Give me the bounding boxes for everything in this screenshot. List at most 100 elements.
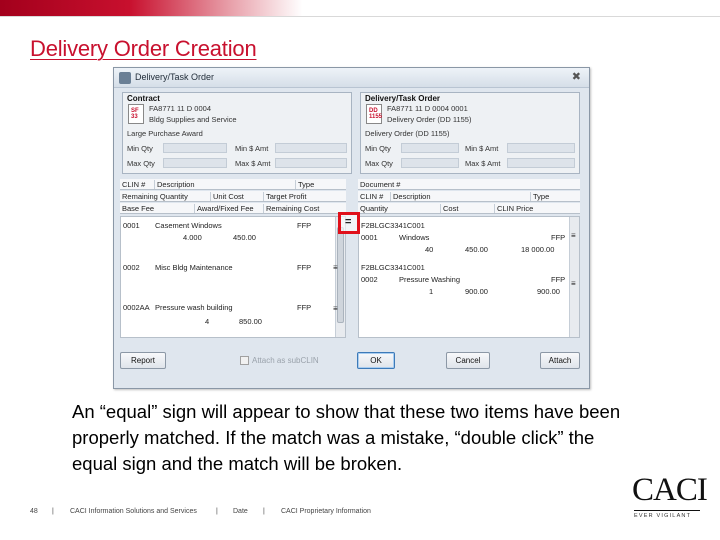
- table-row[interactable]: 0002AA Pressure wash building FFP 4 850.…: [121, 301, 335, 327]
- footer-separator: |: [52, 508, 54, 515]
- equal-sign-icon[interactable]: =: [345, 216, 351, 228]
- left-header-row-3: Base Fee Award/Fixed Fee Remaining Cost: [120, 203, 346, 214]
- item-type: FFP: [551, 233, 566, 242]
- item-cost: 450.00: [233, 233, 256, 242]
- header-remaining-cost[interactable]: Remaining Cost: [263, 204, 319, 213]
- header-unit-cost[interactable]: Unit Cost: [210, 192, 244, 201]
- delivery-max-amt-field: [507, 158, 575, 168]
- contract-panel: Contract SF 33 FA8771 11 D 0004 Bldg Sup…: [122, 92, 352, 174]
- delivery-order-panel: Delivery/Task Order DD 1155 FA8771 11 D …: [360, 92, 580, 174]
- header-description[interactable]: Description: [154, 180, 195, 189]
- top-brand-bar: [0, 0, 720, 16]
- ok-button[interactable]: OK: [357, 352, 395, 369]
- item-description: Pressure Washing: [399, 275, 460, 284]
- contract-min-qty-field: [163, 143, 227, 153]
- item-type: FFP: [297, 263, 312, 272]
- delivery-clin-list: F2BLGC3341C001 0001 Windows FFP 40 450.0…: [358, 216, 580, 338]
- item-clin: 0002: [123, 263, 140, 272]
- dialog-title: Delivery/Task Order: [135, 72, 215, 82]
- item-clin: 0001: [123, 221, 140, 230]
- attach-button[interactable]: Attach: [540, 352, 580, 369]
- right-header-row-3: Quantity Cost CLIN Price: [358, 203, 580, 214]
- right-list-scrollbar[interactable]: ≡ ≡: [569, 217, 579, 337]
- contract-min-amt-field: [275, 143, 347, 153]
- row-marker-icon: ≡: [333, 304, 338, 313]
- contract-description: Bldg Supplies and Service: [149, 115, 237, 124]
- table-row[interactable]: 0002 Misc Bldg Maintenance FFP: [121, 261, 335, 275]
- item-clin: 0002AA: [123, 303, 150, 312]
- delivery-min-qty-label: Min Qty: [365, 144, 391, 153]
- header-award-fixed-fee[interactable]: Award/Fixed Fee: [194, 204, 254, 213]
- left-list-scrollbar[interactable]: [335, 217, 345, 337]
- item-type: FFP: [297, 303, 312, 312]
- item-document-number: F2BLGC3341C001: [361, 263, 425, 272]
- slide-caption: An “equal” sign will appear to show that…: [72, 401, 621, 474]
- item-type: FFP: [297, 221, 312, 230]
- row-marker-icon: ≡: [333, 263, 338, 272]
- delivery-max-qty-label: Max Qty: [365, 159, 393, 168]
- header-clin-price[interactable]: CLIN Price: [494, 204, 533, 213]
- cancel-button[interactable]: Cancel: [446, 352, 490, 369]
- table-row[interactable]: F2BLGC3341C001 0002 Pressure Washing FFP…: [359, 261, 569, 297]
- close-icon[interactable]: ✖: [572, 70, 581, 83]
- header-document-number[interactable]: Document #: [358, 180, 400, 189]
- footer-company: CACI Information Solutions and Services: [70, 508, 197, 515]
- header-right-type[interactable]: Type: [530, 192, 549, 201]
- item-cost: 900.00: [465, 287, 488, 296]
- header-type[interactable]: Type: [295, 180, 314, 189]
- item-description: Casement Windows: [155, 221, 222, 230]
- header-right-description[interactable]: Description: [390, 192, 431, 201]
- report-button[interactable]: Report: [120, 352, 166, 369]
- item-quantity: 4: [205, 317, 210, 326]
- table-row[interactable]: 0001 Casement Windows FFP 4.000 450.00: [121, 219, 335, 243]
- footer-separator: |: [216, 508, 218, 515]
- contract-min-amt-label: Min $ Amt: [235, 144, 269, 153]
- logo-rule: [634, 510, 700, 511]
- contract-clin-list: 0001 Casement Windows FFP 4.000 450.00 0…: [120, 216, 346, 338]
- attach-subclin-checkbox[interactable]: [240, 356, 249, 365]
- left-scroll-thumb[interactable]: [337, 227, 344, 323]
- right-header-row-2: CLIN # Description Type: [358, 191, 580, 202]
- dd1155-document-icon: DD 1155: [366, 104, 382, 124]
- item-cost: 450.00: [465, 245, 488, 254]
- contract-max-qty-label: Max Qty: [127, 159, 155, 168]
- item-clin: 0001: [361, 233, 378, 242]
- attach-subclin-label: Attach as subCLIN: [252, 356, 319, 365]
- item-quantity: 1: [429, 287, 434, 296]
- contract-max-qty-field: [163, 158, 227, 168]
- logo-tagline: EVER VIGILANT: [634, 513, 692, 519]
- header-base-fee[interactable]: Base Fee: [120, 204, 154, 213]
- row-marker-icon: ≡: [571, 231, 576, 240]
- item-description: Pressure wash building: [155, 303, 233, 312]
- left-header-row-1: CLIN # Description Type: [120, 179, 346, 190]
- contract-min-qty-label: Min Qty: [127, 144, 153, 153]
- header-remaining-quantity[interactable]: Remaining Quantity: [120, 192, 188, 201]
- dialog-titlebar[interactable]: Delivery/Task Order ✖: [114, 68, 589, 88]
- item-cost: 850.00: [239, 317, 262, 326]
- header-clin[interactable]: CLIN #: [120, 180, 145, 189]
- item-clin: 0002: [361, 275, 378, 284]
- delivery-sub: Delivery Order (DD 1155): [365, 129, 450, 138]
- contract-panel-title: Contract: [127, 94, 160, 103]
- left-header-row-2: Remaining Quantity Unit Cost Target Prof…: [120, 191, 346, 202]
- header-target-profit[interactable]: Target Profit: [263, 192, 306, 201]
- equal-sign-highlight[interactable]: =: [338, 212, 360, 234]
- footer-date: Date: [233, 508, 248, 515]
- delivery-max-qty-field: [401, 158, 459, 168]
- item-quantity: 40: [425, 245, 434, 254]
- header-cost[interactable]: Cost: [440, 204, 458, 213]
- item-description: Misc Bldg Maintenance: [155, 263, 233, 272]
- footer-proprietary: CACI Proprietary Information: [281, 508, 371, 515]
- sf33-document-icon: SF 33: [128, 104, 144, 124]
- contract-max-amt-field: [275, 158, 347, 168]
- slide-title: Delivery Order Creation: [30, 36, 257, 61]
- item-document-number: F2BLGC3341C001: [361, 221, 425, 230]
- contract-number: FA8771 11 D 0004: [149, 104, 211, 113]
- caci-logo: CACI: [632, 472, 708, 508]
- table-row[interactable]: F2BLGC3341C001 0001 Windows FFP 40 450.0…: [359, 219, 569, 255]
- header-quantity[interactable]: Quantity: [358, 204, 388, 213]
- row-marker-icon: ≡: [571, 279, 576, 288]
- right-header-row-1: Document #: [358, 179, 580, 190]
- header-right-clin[interactable]: CLIN #: [358, 192, 383, 201]
- delivery-max-amt-label: Max $ Amt: [465, 159, 501, 168]
